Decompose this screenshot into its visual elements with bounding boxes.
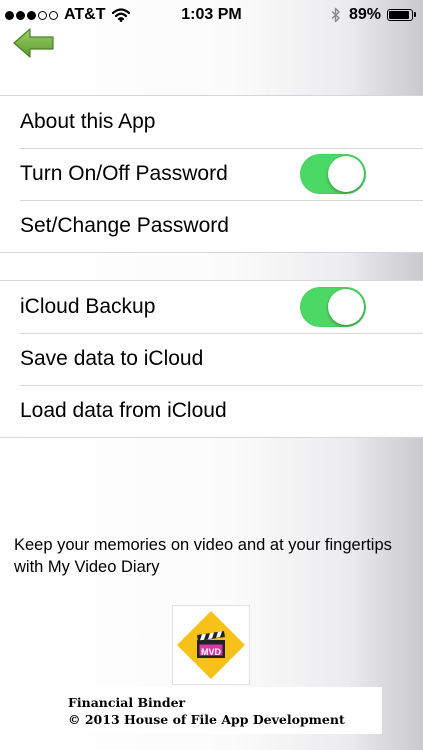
settings-group-icloud: iCloud Backup Save data to iCloud Load d…	[0, 280, 423, 438]
logo-text: MVD	[201, 647, 222, 657]
clapperboard-icon: MVD	[177, 611, 245, 679]
row-toggle-password: Turn On/Off Password	[0, 148, 423, 200]
battery-level-fill	[389, 11, 409, 19]
mvd-app-logo[interactable]: MVD	[172, 605, 250, 685]
footer-app-name: Financial Binder	[68, 695, 186, 710]
back-button[interactable]	[12, 26, 56, 60]
battery-percent: 89%	[348, 6, 381, 23]
footer-copyright: © 2013 House of File App Development	[68, 712, 345, 727]
row-save-to-icloud[interactable]: Save data to iCloud	[0, 333, 423, 385]
status-bar: AT&T 1:03 PM 89%	[0, 0, 423, 32]
battery-icon	[387, 9, 416, 21]
back-arrow-icon	[13, 28, 54, 58]
row-label: Set/Change Password	[20, 214, 229, 237]
row-label: Turn On/Off Password	[20, 162, 228, 185]
row-set-change-password[interactable]: Set/Change Password	[0, 200, 423, 252]
row-label: iCloud Backup	[20, 295, 156, 318]
settings-group-security: About this App Turn On/Off Password Set/…	[0, 95, 423, 253]
status-right: 89%	[331, 6, 416, 24]
row-label: About this App	[20, 110, 156, 133]
row-icloud-backup: iCloud Backup	[0, 281, 423, 333]
toggle-knob	[328, 156, 364, 192]
footer-credits: Financial Binder © 2013 House of File Ap…	[40, 687, 382, 734]
bluetooth-icon	[331, 7, 340, 23]
row-about-app[interactable]: About this App	[0, 96, 423, 148]
promo-text[interactable]: Keep your memories on video and at your …	[14, 534, 409, 578]
icloud-backup-toggle-switch[interactable]	[300, 287, 366, 327]
row-label: Save data to iCloud	[20, 347, 204, 370]
toggle-knob	[328, 289, 364, 325]
password-toggle-switch[interactable]	[300, 154, 366, 194]
row-label: Load data from iCloud	[20, 399, 227, 422]
row-load-from-icloud[interactable]: Load data from iCloud	[0, 385, 423, 437]
